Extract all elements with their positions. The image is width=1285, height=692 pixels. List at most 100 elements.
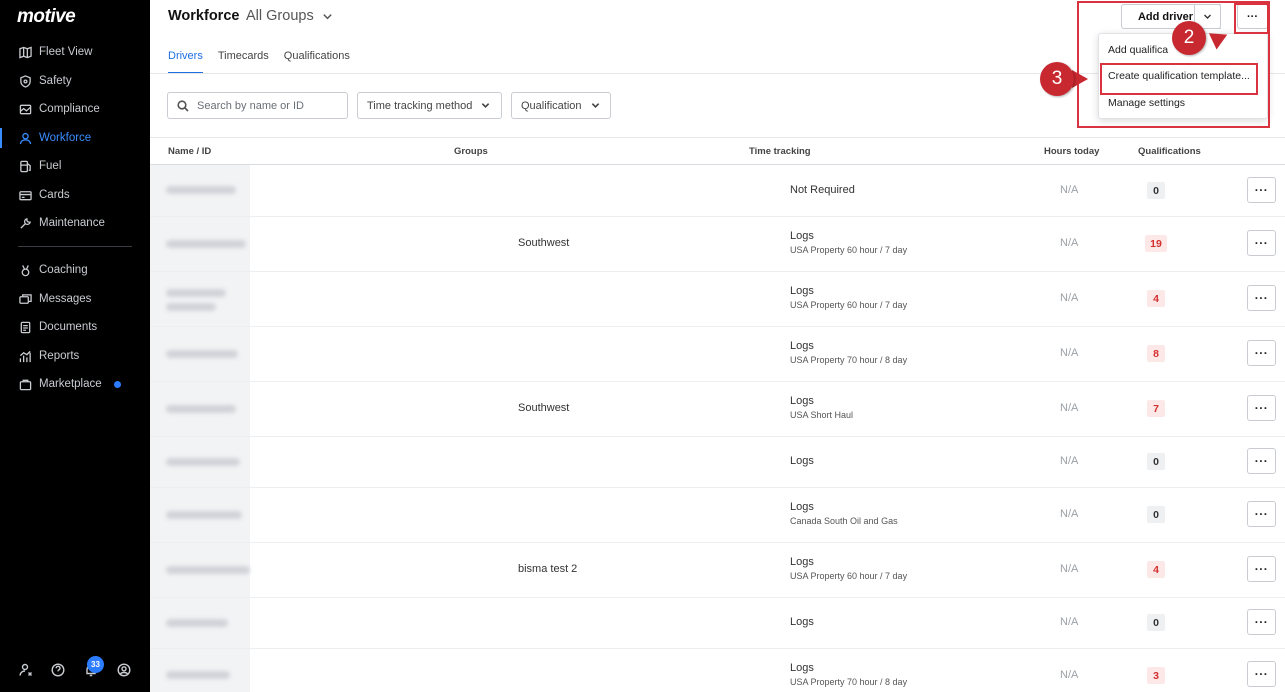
table-row[interactable]: Southwest Logs USA Short Haul N/A 7 ··· bbox=[150, 382, 1285, 437]
tab-drivers[interactable]: Drivers bbox=[168, 44, 203, 74]
qualifications-count-badge: 7 bbox=[1147, 400, 1165, 417]
qualifications-count-badge: 4 bbox=[1147, 561, 1165, 578]
redacted-name bbox=[150, 272, 250, 326]
row-actions-button[interactable]: ··· bbox=[1247, 230, 1276, 256]
row-time-tracking: Logs Canada South Oil and Gas bbox=[790, 501, 898, 526]
page-title: Workforce bbox=[168, 8, 240, 24]
account-icon[interactable] bbox=[117, 663, 133, 679]
help-icon[interactable] bbox=[51, 663, 67, 679]
row-actions-button[interactable]: ··· bbox=[1247, 395, 1276, 421]
sidebar-item-safety[interactable]: Safety bbox=[0, 69, 150, 93]
table-header: Name / ID Groups Time tracking Hours tod… bbox=[150, 137, 1285, 165]
sidebar-item-label: Safety bbox=[39, 75, 72, 87]
row-actions-button[interactable]: ··· bbox=[1247, 501, 1276, 527]
row-actions-button[interactable]: ··· bbox=[1247, 177, 1276, 203]
column-header-time-tracking[interactable]: Time tracking bbox=[749, 146, 811, 157]
group-select[interactable]: All Groups bbox=[246, 8, 333, 24]
time-tracking-ruleset: USA Property 60 hour / 7 day bbox=[790, 571, 908, 581]
column-header-hours-today[interactable]: Hours today bbox=[1044, 146, 1099, 157]
row-actions-button[interactable]: ··· bbox=[1247, 661, 1276, 687]
time-tracking-method: Logs bbox=[790, 230, 814, 242]
row-actions-button[interactable]: ··· bbox=[1247, 448, 1276, 474]
qualifications-count-badge: 19 bbox=[1145, 235, 1167, 252]
bag-icon bbox=[18, 377, 32, 391]
row-group: Southwest bbox=[518, 402, 570, 414]
highlight-box-more-button bbox=[1234, 3, 1269, 34]
sidebar-item-compliance[interactable]: Compliance bbox=[0, 97, 150, 121]
sidebar-item-label: Fuel bbox=[39, 160, 62, 172]
sidebar-item-fleet-view[interactable]: Fleet View bbox=[0, 40, 150, 64]
row-hours-today: N/A bbox=[1060, 563, 1079, 575]
sidebar-item-messages[interactable]: Messages bbox=[0, 287, 150, 311]
time-tracking-method-filter[interactable]: Time tracking method bbox=[357, 92, 502, 119]
time-tracking-ruleset: USA Property 70 hour / 8 day bbox=[790, 677, 908, 687]
row-time-tracking: Logs USA Property 60 hour / 7 day bbox=[790, 230, 907, 255]
redacted-name bbox=[150, 543, 250, 597]
motive-logo[interactable]: motive bbox=[17, 6, 76, 28]
document-icon bbox=[18, 320, 32, 334]
table-row[interactable]: Logs USA Property 60 hour / 7 day N/A 4 … bbox=[150, 272, 1285, 327]
sidebar-item-cards[interactable]: Cards bbox=[0, 183, 150, 207]
qualification-filter[interactable]: Qualification bbox=[511, 92, 611, 119]
medal-icon bbox=[18, 263, 32, 277]
row-hours-today: N/A bbox=[1060, 616, 1079, 628]
time-tracking-ruleset: USA Short Haul bbox=[790, 410, 854, 420]
time-tracking-ruleset: Canada South Oil and Gas bbox=[790, 516, 898, 526]
chevron-down-icon bbox=[482, 103, 490, 108]
map-icon bbox=[18, 45, 32, 59]
row-actions-button[interactable]: ··· bbox=[1247, 556, 1276, 582]
sidebar-item-maintenance[interactable]: Maintenance bbox=[0, 211, 150, 235]
column-header-groups[interactable]: Groups bbox=[454, 146, 488, 157]
tab-qualifications[interactable]: Qualifications bbox=[284, 44, 350, 74]
table-row[interactable]: Logs N/A 0 ··· bbox=[150, 598, 1285, 649]
sidebar-item-label: Reports bbox=[39, 350, 80, 362]
table-row[interactable]: Logs N/A 0 ··· bbox=[150, 437, 1285, 488]
step-3-badge: 3 bbox=[1040, 62, 1074, 96]
table-row[interactable]: bisma test 2 Logs USA Property 60 hour /… bbox=[150, 543, 1285, 598]
card-icon bbox=[18, 188, 32, 202]
table-row[interactable]: Logs USA Property 70 hour / 8 day N/A 8 … bbox=[150, 327, 1285, 382]
user-settings-icon[interactable] bbox=[19, 663, 35, 679]
tab-timecards[interactable]: Timecards bbox=[218, 44, 269, 74]
redacted-name bbox=[150, 165, 250, 216]
qualifications-count-badge: 4 bbox=[1147, 290, 1165, 307]
row-actions-button[interactable]: ··· bbox=[1247, 609, 1276, 635]
step-2-badge: 2 bbox=[1172, 21, 1206, 55]
compliance-icon bbox=[18, 102, 32, 116]
row-time-tracking: Logs USA Property 70 hour / 8 day bbox=[790, 662, 907, 687]
table-row[interactable]: Not Required N/A 0 ··· bbox=[150, 165, 1285, 217]
time-tracking-method: Logs bbox=[790, 285, 814, 297]
sidebar-item-reports[interactable]: Reports bbox=[0, 344, 150, 368]
time-tracking-method: Logs bbox=[790, 395, 814, 407]
sidebar-item-coaching[interactable]: Coaching bbox=[0, 258, 150, 282]
row-time-tracking: Logs USA Short Haul bbox=[790, 395, 853, 420]
chevron-down-icon bbox=[323, 13, 332, 19]
wrench-icon bbox=[18, 216, 32, 230]
row-hours-today: N/A bbox=[1060, 669, 1079, 681]
column-header-name[interactable]: Name / ID bbox=[168, 146, 211, 157]
redacted-name bbox=[150, 327, 250, 381]
sidebar-item-documents[interactable]: Documents bbox=[0, 315, 150, 339]
time-tracking-method: Logs bbox=[790, 501, 814, 513]
row-actions-button[interactable]: ··· bbox=[1247, 340, 1276, 366]
sidebar-item-fuel[interactable]: Fuel bbox=[0, 154, 150, 178]
sidebar-item-label: Coaching bbox=[39, 264, 88, 276]
qualifications-count-badge: 8 bbox=[1147, 345, 1165, 362]
sidebar-item-workforce[interactable]: Workforce bbox=[0, 126, 150, 150]
table-row[interactable]: Logs USA Property 70 hour / 8 day N/A 3 … bbox=[150, 649, 1285, 692]
row-hours-today: N/A bbox=[1060, 508, 1079, 520]
sidebar-item-label: Cards bbox=[39, 189, 70, 201]
table-row[interactable]: Logs Canada South Oil and Gas N/A 0 ··· bbox=[150, 488, 1285, 543]
filter-label: Qualification bbox=[521, 99, 582, 112]
step-3-pointer bbox=[1072, 70, 1088, 88]
row-actions-button[interactable]: ··· bbox=[1247, 285, 1276, 311]
redacted-name bbox=[150, 598, 250, 648]
sidebar-item-marketplace[interactable]: Marketplace bbox=[0, 372, 150, 396]
search-icon bbox=[177, 99, 189, 112]
column-header-qualifications[interactable]: Qualifications bbox=[1138, 146, 1201, 157]
table-row[interactable]: Southwest Logs USA Property 60 hour / 7 … bbox=[150, 217, 1285, 272]
messages-icon bbox=[18, 292, 32, 306]
main-content: Workforce All Groups Add driver ··· Driv… bbox=[150, 0, 1285, 692]
search-input[interactable]: Search by name or ID bbox=[167, 92, 348, 119]
tab-bar: Drivers Timecards Qualifications bbox=[168, 44, 365, 74]
